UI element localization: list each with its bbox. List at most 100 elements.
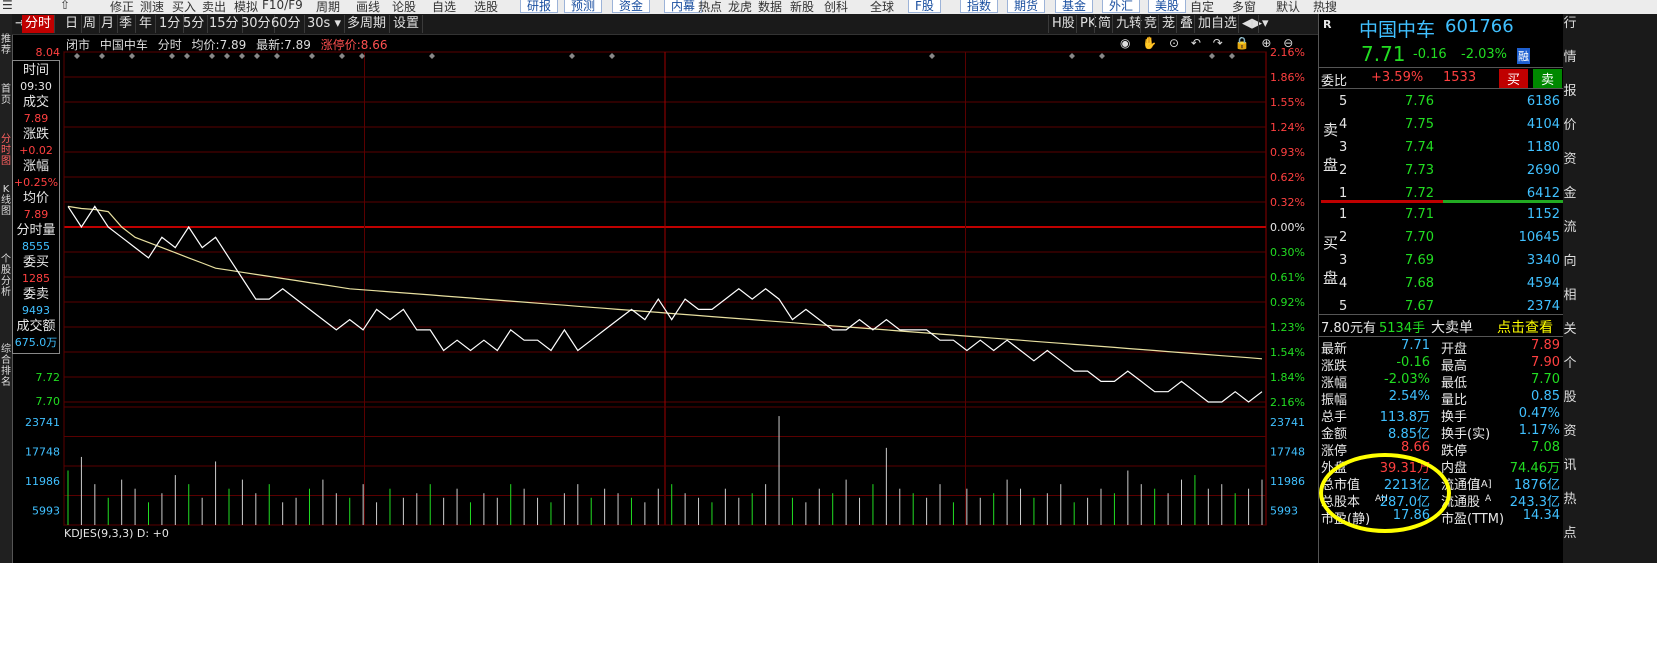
top-menu-item[interactable]: 指数: [960, 0, 999, 13]
top-menu-item[interactable]: 基金: [1055, 0, 1094, 13]
top-menu-item[interactable]: 多窗: [1232, 0, 1256, 14]
price-axis-label: 8.04: [36, 46, 61, 59]
top-menu-item[interactable]: 模拟: [234, 0, 258, 14]
event-marker-icon: [429, 53, 435, 59]
left-tab-item[interactable]: 个股分析: [0, 254, 12, 298]
top-menu-item[interactable]: 卖出: [202, 0, 226, 14]
period-tab[interactable]: 分时: [22, 15, 56, 33]
period-tab[interactable]: 60分: [268, 15, 305, 33]
chart-tool-icons[interactable]: ◉ ✋ ⊙ ↶ ↷ 🔒 ⊕ ⊖: [1120, 36, 1297, 50]
top-menu-item[interactable]: 龙虎: [728, 0, 752, 14]
pct-axis-label: 1.54%: [1270, 346, 1305, 359]
right-strip-char[interactable]: 关: [1563, 322, 1577, 337]
top-menu-item[interactable]: 数据: [758, 0, 782, 14]
up-arrow-icon[interactable]: ⇧: [60, 0, 70, 12]
right-strip-char[interactable]: 股: [1563, 390, 1577, 405]
top-menu-item[interactable]: 论股: [392, 0, 416, 14]
right-strip-char[interactable]: 金: [1563, 186, 1577, 201]
ask-cell: 3: [1339, 140, 1348, 155]
bid-cell: 7.70: [1405, 230, 1434, 245]
buy-button[interactable]: 买: [1499, 69, 1529, 88]
right-strip-char[interactable]: 个: [1563, 356, 1577, 371]
left-tab-item[interactable]: 综合排名: [0, 344, 12, 388]
top-menu-item[interactable]: 美股: [1148, 0, 1187, 13]
volume-axis-label: 17748: [25, 445, 60, 458]
top-menu-item[interactable]: 热搜: [1313, 0, 1337, 14]
period-tab[interactable]: 日: [62, 15, 83, 33]
right-strip-char[interactable]: 价: [1563, 118, 1577, 133]
ask-cell: 7.76: [1405, 94, 1434, 109]
pct-axis-label: 0.62%: [1270, 171, 1305, 184]
big-order-link[interactable]: 点击查看: [1497, 317, 1553, 337]
right-strip-char[interactable]: 向: [1563, 254, 1577, 269]
right-strip-char[interactable]: 热: [1563, 492, 1577, 507]
stat-value: -2.03%: [1384, 372, 1430, 387]
period-tab[interactable]: 5分: [180, 15, 209, 33]
top-menu-item[interactable]: F股: [908, 0, 941, 13]
left-tab-item[interactable]: 推荐: [0, 34, 12, 56]
right-strip-char[interactable]: 流: [1563, 220, 1577, 235]
top-menu-item[interactable]: 测速: [140, 0, 164, 14]
right-tab-button[interactable]: 竞: [1140, 15, 1160, 33]
highlight-ellipse: [1319, 453, 1451, 533]
top-menu-item[interactable]: F10/F9: [262, 0, 303, 12]
left-tab-item[interactable]: K线图: [0, 184, 12, 217]
top-menu-item[interactable]: 默认: [1276, 0, 1300, 14]
top-menu-item[interactable]: 修正: [110, 0, 134, 14]
right-strip-char[interactable]: 点: [1563, 526, 1577, 541]
top-menu-item[interactable]: 预测: [564, 0, 603, 13]
top-menu-item[interactable]: 外汇: [1102, 0, 1141, 13]
left-tab-item[interactable]: 首页: [0, 84, 12, 106]
period-tab[interactable]: 设置: [390, 15, 424, 33]
right-tab-button[interactable]: 简: [1094, 15, 1114, 33]
left-tab-item[interactable]: 分时图: [0, 134, 12, 167]
stat-value: 7.90: [1531, 355, 1560, 370]
period-tab[interactable]: 30s ▾: [304, 15, 345, 33]
cursor-label: 均价: [22, 191, 49, 206]
event-marker-icon: [929, 53, 935, 59]
bid-cell: 4594: [1526, 276, 1560, 291]
event-marker-icon: [99, 53, 105, 59]
right-tab-button[interactable]: ▾: [1258, 15, 1272, 33]
top-menu-item[interactable]: 新股: [790, 0, 814, 14]
top-menu-item[interactable]: 内幕: [664, 0, 703, 13]
right-strip-char[interactable]: 资: [1563, 424, 1577, 439]
period-tab[interactable]: 季: [116, 15, 137, 33]
top-menu-item[interactable]: 期货: [1007, 0, 1046, 13]
right-tab-button[interactable]: 茏: [1158, 15, 1178, 33]
right-tab-button[interactable]: H股: [1048, 15, 1078, 33]
top-menu-item[interactable]: 全球: [870, 0, 894, 14]
period-tab[interactable]: 月: [98, 15, 119, 33]
top-menu-item[interactable]: 资金: [612, 0, 651, 13]
right-strip-char[interactable]: 资: [1563, 152, 1577, 167]
top-menu-item[interactable]: 选股: [474, 0, 498, 14]
top-menu-item[interactable]: 自选: [432, 0, 456, 14]
right-strip-char[interactable]: 行: [1563, 16, 1577, 31]
top-menu-item[interactable]: 自定: [1190, 0, 1214, 14]
price-axis-label: 7.70: [36, 395, 61, 408]
top-menu-item[interactable]: 周期: [316, 0, 340, 14]
right-tab-button[interactable]: 叠: [1176, 15, 1196, 33]
app-icon[interactable]: ☰: [2, 0, 13, 12]
chart-info-bar: 闭市 中国中车 分时 均价:7.89 最新:7.89 涨停价:8.66: [66, 36, 393, 53]
top-menu-item[interactable]: 热点: [698, 0, 722, 14]
stat-value: 7.89: [1531, 338, 1560, 353]
right-strip-char[interactable]: 情: [1563, 50, 1577, 65]
right-strip-char[interactable]: 相: [1563, 288, 1577, 303]
top-menu-item[interactable]: 研报: [520, 0, 559, 13]
period-tab[interactable]: 周: [80, 15, 101, 33]
ask-cell: 7.72: [1405, 186, 1434, 201]
ask-cell: 2690: [1526, 163, 1560, 178]
top-menu-item[interactable]: 买入: [172, 0, 196, 14]
stat-value: 8.66: [1401, 440, 1430, 455]
period-tab[interactable]: 年: [136, 15, 157, 33]
sell-button[interactable]: 卖: [1533, 69, 1563, 88]
right-tab-button[interactable]: 加自选: [1194, 15, 1240, 33]
pct-axis-label: 0.92%: [1270, 296, 1305, 309]
period-tab[interactable]: 多周期: [344, 15, 391, 33]
top-menu-item[interactable]: 创科: [824, 0, 848, 14]
right-strip-char[interactable]: 报: [1563, 84, 1577, 99]
top-menu-item[interactable]: 画线: [356, 0, 380, 14]
right-strip-char[interactable]: 讯: [1563, 458, 1577, 473]
intraday-chart[interactable]: 2.16% 1.86% 1.55% 1.24% 0.93% 0.62% 0.32% 0.00%…: [12, 35, 1340, 563]
